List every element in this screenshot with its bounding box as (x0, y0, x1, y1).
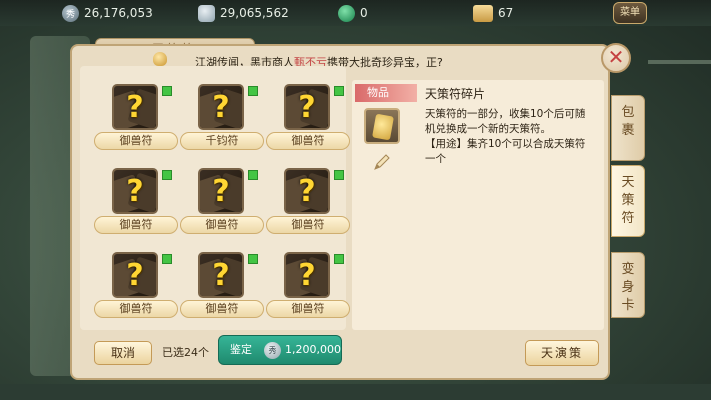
jade-coin-icon: 秀 (264, 342, 281, 359)
tab-char: 裹 (621, 123, 635, 138)
unknown-card-icon[interactable]: ? (112, 84, 158, 130)
selected-count: 已选24个 (162, 346, 209, 359)
checked-icon[interactable] (248, 170, 258, 180)
question-mark-icon: ? (298, 90, 316, 125)
grid-item[interactable]: ? 御兽符 (86, 80, 178, 164)
question-mark-icon: ? (212, 174, 230, 209)
jade-coin-amount: 26,176,053 (84, 6, 153, 20)
background-decoration (648, 60, 711, 64)
tab-tiance[interactable]: 天 策 符 (611, 165, 645, 237)
tab-char: 包 (621, 105, 635, 120)
ticket-amount: 67 (498, 6, 514, 20)
unknown-card-icon[interactable]: ? (198, 168, 244, 214)
category-ribbon: 物品 (355, 84, 417, 102)
grid-item[interactable]: ? 御兽符 (86, 248, 178, 332)
tab-bag[interactable]: 包 裹 (611, 95, 645, 161)
item-grid: ? 御兽符 ? 千钧符 ? 御兽符 ? 御兽符 ? 御兽符 ? 御兽符 ? 御兽… (86, 80, 350, 332)
tab-char: 策 (621, 193, 635, 208)
appraise-cost: 1,200,000 (285, 343, 341, 356)
green-token-icon (338, 4, 355, 22)
unknown-card-icon[interactable]: ? (112, 168, 158, 214)
question-mark-icon: ? (298, 258, 316, 293)
jade-coin-icon: 秀 (62, 4, 79, 22)
menu-button[interactable]: 菜单 (613, 2, 647, 24)
checked-icon[interactable] (334, 170, 344, 180)
grid-item-label: 御兽符 (180, 216, 264, 234)
cancel-button[interactable]: 取消 (94, 341, 152, 365)
checked-icon[interactable] (162, 170, 172, 180)
tab-char: 卡 (621, 298, 635, 313)
silver-display: 29,065,562 (198, 3, 289, 23)
pencil-icon (374, 154, 390, 170)
item-title: 天策符碎片 (425, 87, 486, 101)
question-mark-icon: ? (212, 258, 230, 293)
grid-item-label: 御兽符 (266, 132, 350, 150)
checked-icon[interactable] (248, 86, 258, 96)
question-mark-icon: ? (298, 174, 316, 209)
background-strip (0, 384, 711, 400)
grid-item[interactable]: ? 御兽符 (172, 164, 264, 248)
description-line: 天策符的一部分，收集10个后可随机兑换成一个新的天策符。 (425, 108, 586, 135)
unknown-card-icon[interactable]: ? (198, 84, 244, 130)
unknown-card-icon[interactable]: ? (112, 252, 158, 298)
grid-item-label: 御兽符 (266, 300, 350, 318)
question-mark-icon: ? (126, 90, 144, 125)
tianyance-button[interactable]: 天演策 (525, 340, 599, 366)
talisman-fragment-icon (364, 108, 400, 144)
checked-icon[interactable] (162, 86, 172, 96)
unknown-card-icon[interactable]: ? (198, 252, 244, 298)
unknown-card-icon[interactable]: ? (284, 168, 330, 214)
grid-item-label: 御兽符 (94, 132, 178, 150)
checked-icon[interactable] (162, 254, 172, 264)
tab-char: 身 (621, 280, 635, 295)
green-token-display: 0 (338, 3, 368, 23)
top-currency-bar: 秀 26,176,053 29,065,562 0 67 菜单 (0, 0, 711, 26)
usage-line: 【用途】集齐10个可以合成天策符一个 (425, 138, 586, 165)
grid-item[interactable]: ? 御兽符 (86, 164, 178, 248)
appraise-button[interactable]: 鉴定 秀 1,200,000 (218, 335, 342, 365)
question-mark-icon: ? (212, 90, 230, 125)
ticket-display: 67 (473, 3, 513, 23)
checked-icon[interactable] (334, 254, 344, 264)
grid-item-label: 御兽符 (94, 216, 178, 234)
grid-item-label: 御兽符 (180, 300, 264, 318)
grid-item-label: 千钧符 (180, 132, 264, 150)
grid-item[interactable]: ? 御兽符 (258, 248, 350, 332)
grid-item[interactable]: ? 千钧符 (172, 80, 264, 164)
ticket-icon (473, 4, 493, 22)
question-mark-icon: ? (126, 258, 144, 293)
tab-bianshen[interactable]: 变 身 卡 (611, 252, 645, 318)
tab-char: 变 (621, 262, 635, 277)
unknown-card-icon[interactable]: ? (284, 252, 330, 298)
silver-amount: 29,065,562 (220, 6, 289, 20)
grid-item-label: 御兽符 (266, 216, 350, 234)
green-token-amount: 0 (360, 6, 368, 20)
grid-item[interactable]: ? 御兽符 (172, 248, 264, 332)
question-mark-icon: ? (126, 174, 144, 209)
checked-icon[interactable] (334, 86, 344, 96)
grid-item[interactable]: ? 御兽符 (258, 164, 350, 248)
bell-icon (153, 52, 167, 66)
tab-char: 天 (621, 175, 635, 190)
tab-char: 符 (621, 211, 635, 226)
jade-coin-display: 秀 26,176,053 (62, 3, 153, 23)
close-icon[interactable]: ✕ (601, 43, 631, 73)
grid-item-label: 御兽符 (94, 300, 178, 318)
checked-icon[interactable] (248, 254, 258, 264)
item-description: 天策符的一部分，收集10个后可随机兑换成一个新的天策符。 【用途】集齐10个可以… (425, 107, 595, 167)
unknown-card-icon[interactable]: ? (284, 84, 330, 130)
grid-item[interactable]: ? 御兽符 (258, 80, 350, 164)
silver-ingot-icon (198, 4, 215, 22)
appraise-label: 鉴定 (230, 343, 252, 356)
